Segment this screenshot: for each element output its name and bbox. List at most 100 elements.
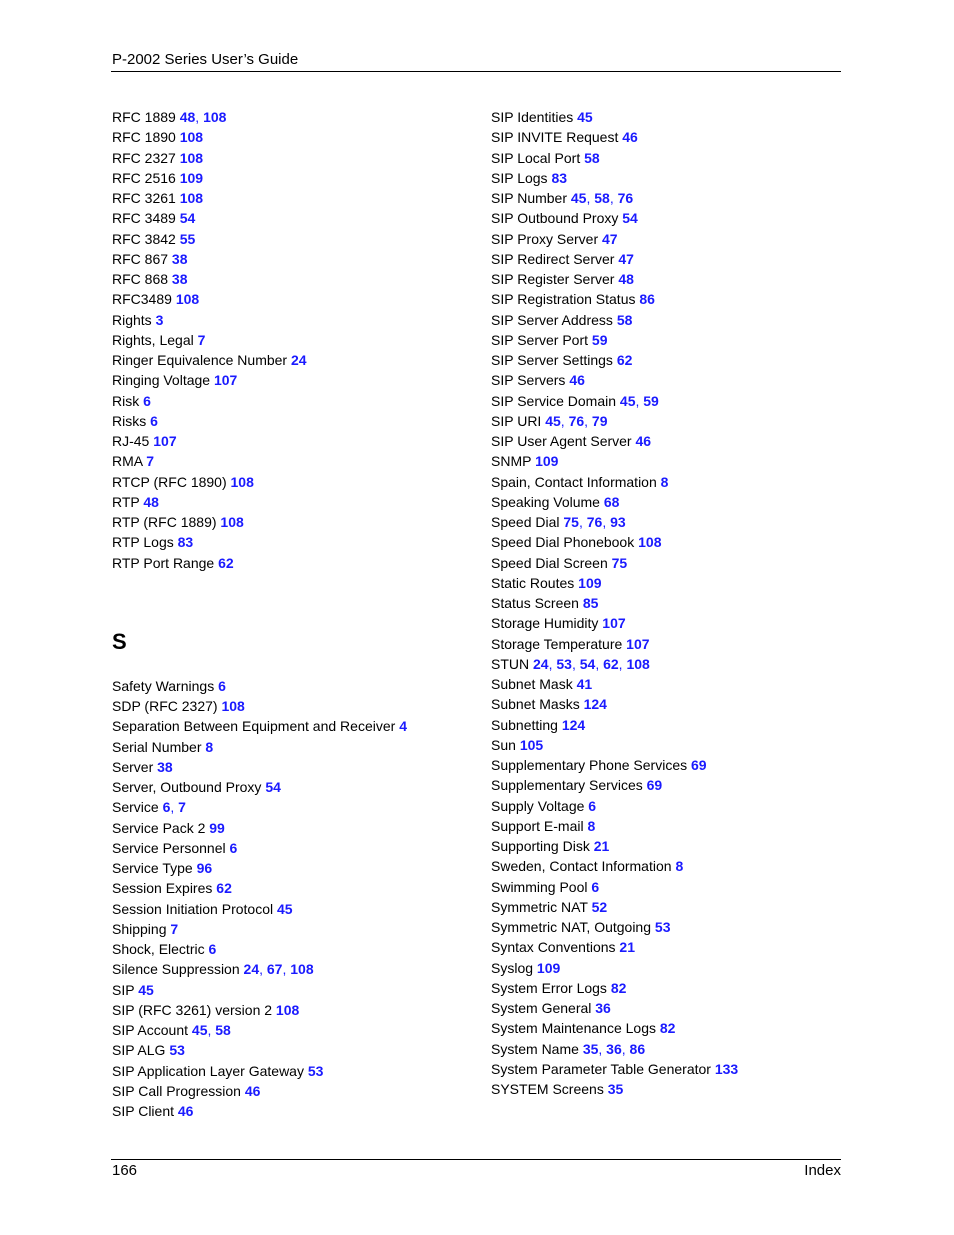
page-link[interactable]: 86 bbox=[630, 1041, 646, 1057]
page-link[interactable]: 58 bbox=[584, 150, 600, 166]
page-link[interactable]: 6 bbox=[143, 393, 151, 409]
page-link[interactable]: 6 bbox=[218, 678, 226, 694]
page-link[interactable]: 45 bbox=[138, 982, 154, 998]
page-link[interactable]: 68 bbox=[604, 494, 620, 510]
page-link[interactable]: 6 bbox=[230, 840, 238, 856]
page-link[interactable]: 76 bbox=[569, 413, 585, 429]
page-link[interactable]: 21 bbox=[594, 838, 610, 854]
page-link[interactable]: 55 bbox=[180, 231, 196, 247]
page-link[interactable]: 83 bbox=[178, 534, 194, 550]
page-link[interactable]: 4 bbox=[399, 718, 407, 734]
page-link[interactable]: 48 bbox=[618, 271, 634, 287]
page-link[interactable]: 45 bbox=[545, 413, 561, 429]
page-link[interactable]: 6 bbox=[588, 798, 596, 814]
page-link[interactable]: 54 bbox=[580, 656, 596, 672]
page-link[interactable]: 38 bbox=[172, 271, 188, 287]
page-link[interactable]: 6 bbox=[591, 879, 599, 895]
page-link[interactable]: 58 bbox=[617, 312, 633, 328]
page-link[interactable]: 108 bbox=[180, 190, 203, 206]
page-link[interactable]: 109 bbox=[180, 170, 203, 186]
page-link[interactable]: 45 bbox=[571, 190, 587, 206]
page-link[interactable]: 24 bbox=[244, 961, 260, 977]
page-link[interactable]: 53 bbox=[655, 919, 671, 935]
page-link[interactable]: 7 bbox=[146, 453, 154, 469]
page-link[interactable]: 107 bbox=[214, 372, 237, 388]
page-link[interactable]: 108 bbox=[638, 534, 661, 550]
page-link[interactable]: 69 bbox=[691, 757, 707, 773]
page-link[interactable]: 82 bbox=[660, 1020, 676, 1036]
page-link[interactable]: 67 bbox=[267, 961, 283, 977]
page-link[interactable]: 62 bbox=[617, 352, 633, 368]
page-link[interactable]: 7 bbox=[198, 332, 206, 348]
page-link[interactable]: 53 bbox=[308, 1063, 324, 1079]
page-link[interactable]: 108 bbox=[231, 474, 254, 490]
page-link[interactable]: 59 bbox=[643, 393, 659, 409]
page-link[interactable]: 48 bbox=[143, 494, 159, 510]
page-link[interactable]: 124 bbox=[562, 717, 585, 733]
page-link[interactable]: 69 bbox=[647, 777, 663, 793]
page-link[interactable]: 47 bbox=[602, 231, 618, 247]
page-link[interactable]: 62 bbox=[218, 555, 234, 571]
page-link[interactable]: 107 bbox=[602, 615, 625, 631]
page-link[interactable]: 85 bbox=[583, 595, 599, 611]
page-link[interactable]: 59 bbox=[592, 332, 608, 348]
page-link[interactable]: 46 bbox=[569, 372, 585, 388]
page-link[interactable]: 82 bbox=[611, 980, 627, 996]
page-link[interactable]: 79 bbox=[592, 413, 608, 429]
page-link[interactable]: 48 bbox=[180, 109, 196, 125]
page-link[interactable]: 52 bbox=[592, 899, 608, 915]
page-link[interactable]: 54 bbox=[180, 210, 196, 226]
page-link[interactable]: 41 bbox=[577, 676, 593, 692]
page-link[interactable]: 8 bbox=[587, 818, 595, 834]
page-link[interactable]: 93 bbox=[610, 514, 626, 530]
page-link[interactable]: 108 bbox=[221, 698, 244, 714]
page-link[interactable]: 45 bbox=[620, 393, 636, 409]
page-link[interactable]: 38 bbox=[172, 251, 188, 267]
page-link[interactable]: 99 bbox=[209, 820, 225, 836]
page-link[interactable]: 35 bbox=[583, 1041, 599, 1057]
page-link[interactable]: 8 bbox=[205, 739, 213, 755]
page-link[interactable]: 53 bbox=[169, 1042, 185, 1058]
page-link[interactable]: 45 bbox=[577, 109, 593, 125]
page-link[interactable]: 54 bbox=[622, 210, 638, 226]
page-link[interactable]: 45 bbox=[277, 901, 293, 917]
page-link[interactable]: 96 bbox=[197, 860, 213, 876]
page-link[interactable]: 21 bbox=[619, 939, 635, 955]
page-link[interactable]: 109 bbox=[537, 960, 560, 976]
page-link[interactable]: 124 bbox=[584, 696, 607, 712]
page-link[interactable]: 45 bbox=[192, 1022, 208, 1038]
page-link[interactable]: 107 bbox=[626, 636, 649, 652]
page-link[interactable]: 108 bbox=[276, 1002, 299, 1018]
page-link[interactable]: 76 bbox=[618, 190, 634, 206]
page-link[interactable]: 109 bbox=[535, 453, 558, 469]
page-link[interactable]: 58 bbox=[594, 190, 610, 206]
page-link[interactable]: 133 bbox=[715, 1061, 738, 1077]
page-link[interactable]: 62 bbox=[216, 880, 232, 896]
page-link[interactable]: 6 bbox=[150, 413, 158, 429]
page-link[interactable]: 7 bbox=[178, 799, 186, 815]
page-link[interactable]: 36 bbox=[606, 1041, 622, 1057]
page-link[interactable]: 108 bbox=[290, 961, 313, 977]
page-link[interactable]: 108 bbox=[220, 514, 243, 530]
page-link[interactable]: 46 bbox=[245, 1083, 261, 1099]
page-link[interactable]: 8 bbox=[661, 474, 669, 490]
page-link[interactable]: 53 bbox=[556, 656, 572, 672]
page-link[interactable]: 58 bbox=[215, 1022, 231, 1038]
page-link[interactable]: 108 bbox=[626, 656, 649, 672]
page-link[interactable]: 3 bbox=[156, 312, 164, 328]
page-link[interactable]: 54 bbox=[265, 779, 281, 795]
page-link[interactable]: 107 bbox=[153, 433, 176, 449]
page-link[interactable]: 76 bbox=[587, 514, 603, 530]
page-link[interactable]: 46 bbox=[178, 1103, 194, 1119]
page-link[interactable]: 109 bbox=[578, 575, 601, 591]
page-link[interactable]: 62 bbox=[603, 656, 619, 672]
page-link[interactable]: 35 bbox=[608, 1081, 624, 1097]
page-link[interactable]: 46 bbox=[622, 129, 638, 145]
page-link[interactable]: 75 bbox=[612, 555, 628, 571]
page-link[interactable]: 8 bbox=[675, 858, 683, 874]
page-link[interactable]: 24 bbox=[291, 352, 307, 368]
page-link[interactable]: 46 bbox=[635, 433, 651, 449]
page-link[interactable]: 108 bbox=[203, 109, 226, 125]
page-link[interactable]: 105 bbox=[520, 737, 543, 753]
page-link[interactable]: 75 bbox=[563, 514, 579, 530]
